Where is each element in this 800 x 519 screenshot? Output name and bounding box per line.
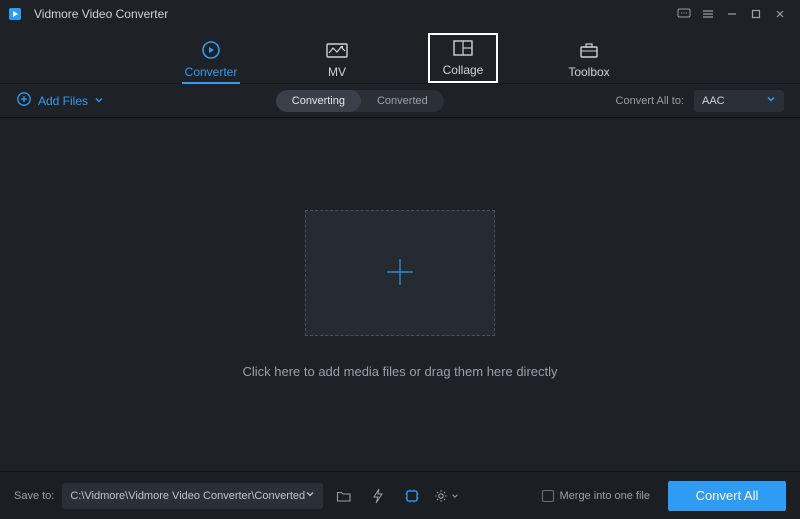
dropzone-hint: Click here to add media files or drag th… — [242, 364, 557, 379]
toolbox-icon — [578, 39, 600, 61]
app-window: Vidmore Video Converter Converter — [0, 0, 800, 519]
open-folder-button[interactable] — [331, 483, 357, 509]
nav-label: Toolbox — [568, 65, 609, 79]
feedback-icon[interactable] — [672, 4, 696, 24]
status-segmented: Converting Converted — [276, 90, 444, 112]
converter-icon — [200, 39, 222, 61]
seg-converting[interactable]: Converting — [276, 90, 361, 112]
nav-tab-collage[interactable]: Collage — [428, 33, 498, 83]
save-path-select[interactable]: C:\Vidmore\Vidmore Video Converter\Conve… — [62, 483, 323, 509]
merge-label: Merge into one file — [560, 490, 651, 502]
titlebar: Vidmore Video Converter — [0, 0, 800, 28]
bottom-bar: Save to: C:\Vidmore\Vidmore Video Conver… — [0, 471, 800, 519]
mv-icon — [325, 39, 349, 61]
convert-all-to-label: Convert All to: — [616, 95, 684, 107]
nav-tab-converter[interactable]: Converter — [176, 39, 246, 83]
add-files-button[interactable]: Add Files — [16, 91, 104, 110]
settings-button[interactable] — [433, 483, 459, 509]
app-logo-icon — [8, 6, 26, 22]
convert-all-to-value: AAC — [702, 95, 725, 107]
convert-all-to-select[interactable]: AAC — [694, 90, 784, 112]
close-button[interactable] — [768, 4, 792, 24]
chevron-down-icon — [305, 489, 315, 502]
maximize-button[interactable] — [744, 4, 768, 24]
seg-converted[interactable]: Converted — [361, 90, 444, 112]
nav-label: Converter — [185, 65, 238, 79]
collage-icon — [452, 37, 474, 59]
save-path-value: C:\Vidmore\Vidmore Video Converter\Conve… — [70, 490, 305, 502]
minimize-button[interactable] — [720, 4, 744, 24]
main-area: Click here to add media files or drag th… — [0, 118, 800, 471]
nav-tab-toolbox[interactable]: Toolbox — [554, 39, 624, 83]
convert-all-button[interactable]: Convert All — [668, 481, 786, 511]
chevron-down-icon — [451, 489, 459, 503]
app-title: Vidmore Video Converter — [34, 7, 168, 21]
plus-circle-icon — [16, 91, 32, 110]
main-nav: Converter MV Collage Toolbox — [0, 28, 800, 84]
nav-label: Collage — [443, 63, 484, 77]
add-files-label: Add Files — [38, 94, 88, 108]
chevron-down-icon — [766, 94, 776, 107]
lightning-button[interactable] — [365, 483, 391, 509]
dropzone[interactable] — [305, 210, 495, 336]
merge-checkbox[interactable]: Merge into one file — [542, 490, 651, 502]
nav-tab-mv[interactable]: MV — [302, 39, 372, 83]
menu-icon[interactable] — [696, 4, 720, 24]
chevron-down-icon — [94, 94, 104, 108]
nav-label: MV — [328, 65, 346, 79]
add-plus-icon — [379, 251, 421, 296]
convert-all-to: Convert All to: AAC — [616, 90, 784, 112]
gpu-accel-button[interactable] — [399, 483, 425, 509]
checkbox-icon — [542, 490, 554, 502]
sub-toolbar: Add Files Converting Converted Convert A… — [0, 84, 800, 118]
save-to-label: Save to: — [14, 490, 54, 502]
